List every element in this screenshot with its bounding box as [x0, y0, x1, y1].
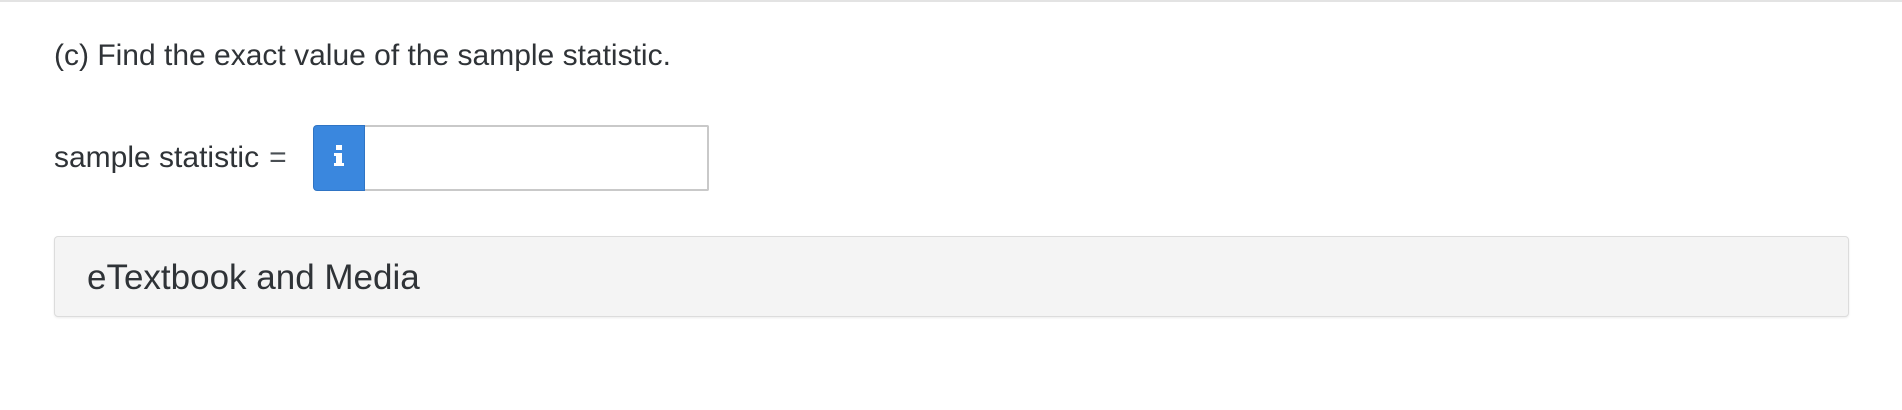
sample-statistic-input[interactable]	[364, 125, 709, 191]
etextbook-media-panel[interactable]: eTextbook and Media	[54, 236, 1849, 317]
question-prompt: (c) Find the exact value of the sample s…	[54, 39, 671, 72]
info-icon	[332, 144, 346, 173]
answer-label: sample statistic	[54, 141, 260, 174]
info-button[interactable]	[312, 125, 365, 191]
top-divider	[0, 0, 1902, 2]
answer-row: sample statistic =	[54, 125, 709, 191]
equals-sign: =	[269, 141, 287, 174]
etextbook-media-title: eTextbook and Media	[87, 258, 420, 297]
answer-input-group	[312, 125, 709, 191]
